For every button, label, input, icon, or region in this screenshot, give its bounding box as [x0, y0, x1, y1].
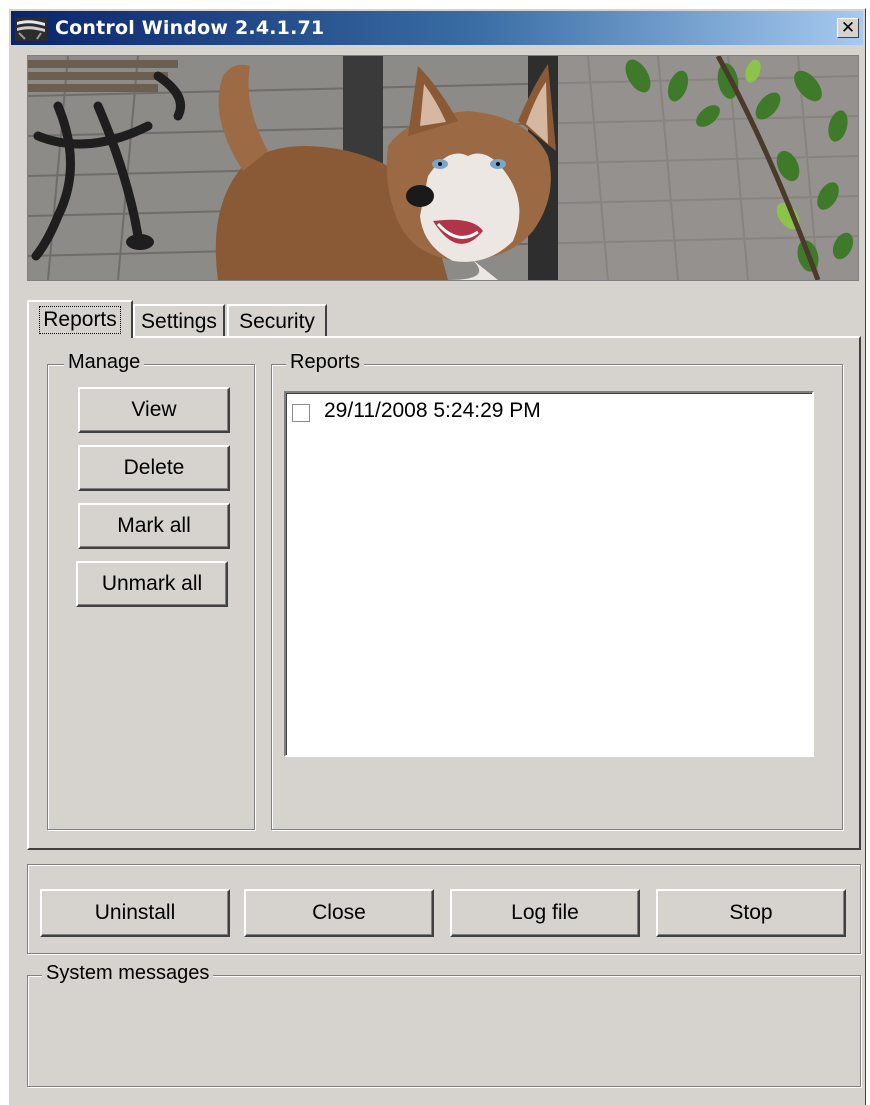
banner-dog-image [27, 55, 859, 281]
tab-reports-label: Reports [39, 306, 121, 334]
actions-frame: Uninstall Close Log file Stop [27, 864, 861, 954]
close-window-button[interactable]: ✕ [837, 18, 859, 38]
system-messages-group: System messages [27, 962, 861, 1087]
manage-group: Manage View Delete Mark all Unmark all [47, 351, 255, 830]
control-window: Control Window 2.4.1.71 ✕ Reports Settin… [8, 8, 866, 1105]
tab-security-label: Security [239, 310, 315, 333]
report-checkbox[interactable] [292, 403, 310, 422]
delete-button[interactable]: Delete [78, 445, 230, 491]
tab-security[interactable]: Security [227, 304, 327, 338]
manage-group-label: Manage [64, 351, 145, 374]
view-button[interactable]: View [78, 387, 230, 433]
reports-list[interactable]: 29/11/2008 5:24:29 PM [284, 391, 814, 757]
list-item[interactable]: 29/11/2008 5:24:29 PM [292, 399, 541, 423]
mark-all-button[interactable]: Mark all [78, 503, 230, 549]
close-button[interactable]: Close [244, 889, 434, 937]
stop-button[interactable]: Stop [656, 889, 846, 937]
reports-group-label: Reports [286, 351, 365, 374]
close-icon: ✕ [840, 18, 856, 38]
window-title: Control Window 2.4.1.71 [55, 17, 325, 39]
title-bar[interactable]: Control Window 2.4.1.71 ✕ [11, 11, 863, 45]
app-icon [15, 17, 47, 41]
tab-settings[interactable]: Settings [133, 304, 225, 338]
unmark-all-button[interactable]: Unmark all [76, 561, 228, 607]
tab-settings-label: Settings [141, 310, 217, 333]
uninstall-button[interactable]: Uninstall [40, 889, 230, 937]
tab-reports[interactable]: Reports [27, 300, 133, 338]
reports-tab-panel: Manage View Delete Mark all Unmark all R… [27, 336, 861, 850]
reports-group: Reports 29/11/2008 5:24:29 PM [271, 351, 843, 830]
log-file-button[interactable]: Log file [450, 889, 640, 937]
system-messages-label: System messages [42, 962, 214, 985]
report-timestamp: 29/11/2008 5:24:29 PM [324, 399, 541, 422]
